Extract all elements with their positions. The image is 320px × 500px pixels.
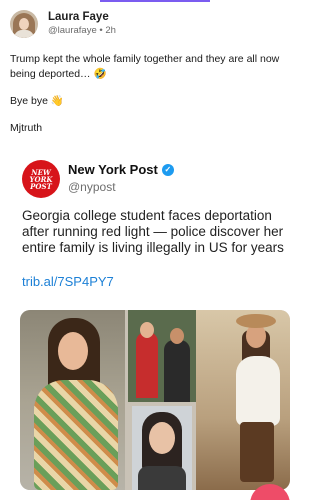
author-display-name[interactable]: Laura Faye [48,11,116,24]
photo-grad-gown [136,332,158,398]
author-handle-row: @laurafaye • 2h [48,25,116,37]
photo-man-face [170,328,184,344]
photo-right-hat [236,314,276,328]
photo-grad-face [140,322,154,338]
avatar-body [14,30,34,38]
verified-badge-icon: ✓ [161,163,174,176]
post-paragraph-2: Bye bye 👋 [10,95,64,107]
embed-headline: Georgia college student faces deportatio… [22,208,284,255]
photo-woman-in-hat [196,310,290,490]
embed-link: trib.al/7SP4PY7 [22,274,114,289]
author-handle[interactable]: @laurafaye [48,25,97,36]
photo-right-boots [240,422,274,482]
photo-right-dress [236,356,280,426]
post-body: Trump kept the whole family together and… [10,52,295,148]
embed-account-handle: @nypost [68,180,116,194]
photo-left-face [58,332,88,370]
post-paragraph-3: Mjtruth [10,122,43,134]
photo-left-dress [34,380,118,490]
separator-dot: • [99,25,103,36]
embed-account-name-text: New York Post [68,162,158,177]
photo-woman-on-steps [20,310,125,490]
nypost-logo: NEW YORK POST [22,160,60,198]
photo-graduation [128,310,196,402]
photo-collage [20,310,290,490]
photo-mugshot-face [149,422,175,454]
logo-line-3: POST [30,181,52,191]
embedded-tweet-image[interactable]: NEW YORK POST New York Post ✓ @nypost Ge… [12,150,290,490]
photo-man-body [164,340,190,402]
post-card: Laura Faye @laurafaye • 2h Trump kept th… [0,0,302,500]
author-avatar[interactable] [10,10,38,38]
photo-mugshot-shoulders [138,466,186,490]
photo-mugshot [132,406,192,490]
post-paragraph-1: Trump kept the whole family together and… [10,53,280,80]
embed-account-name: New York Post ✓ [68,162,174,177]
avatar-face [19,18,29,30]
post-time[interactable]: 2h [105,25,116,36]
author-names: Laura Faye @laurafaye • 2h [48,11,116,37]
post-header: Laura Faye @laurafaye • 2h [10,10,116,38]
